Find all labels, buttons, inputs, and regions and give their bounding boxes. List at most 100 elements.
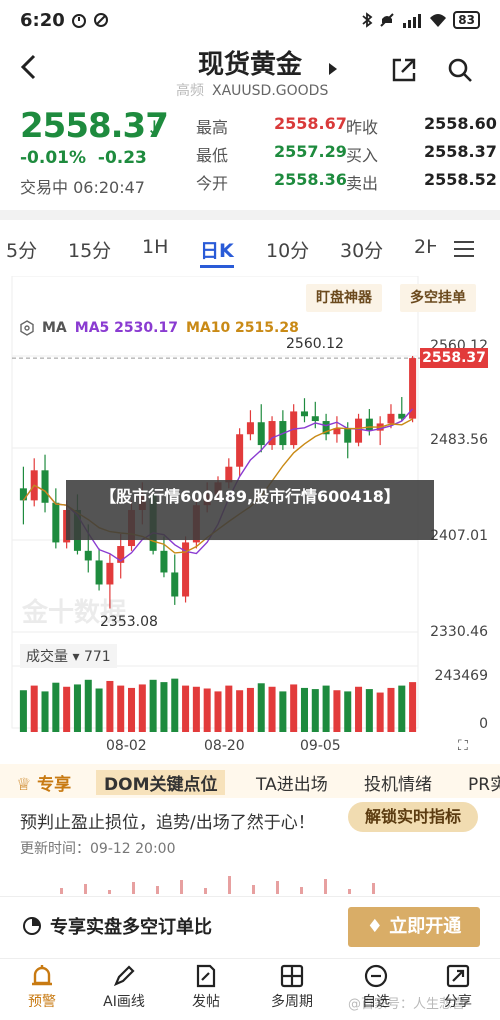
volume-bar — [63, 686, 71, 732]
tab-5min[interactable]: 5分 — [6, 236, 37, 263]
ma-legend: MA MA5 2530.17 MA10 2515.28 — [20, 320, 299, 340]
candle-body — [41, 470, 49, 503]
preview-bar — [372, 883, 375, 894]
long-short-orders-button[interactable]: 多空挂单 — [400, 284, 476, 312]
menu-icon[interactable] — [452, 240, 476, 258]
subscribe-label: 立即开通 — [389, 916, 462, 937]
tab-daily[interactable]: 日K — [200, 236, 234, 268]
high-label: 最高 — [196, 118, 229, 137]
volume-title: 成交量 — [26, 649, 68, 665]
volume-bar — [52, 682, 60, 732]
subscribe-button[interactable]: ♦ 立即开通 — [348, 907, 480, 947]
candle-body — [311, 416, 319, 422]
tabbar-alert-label: 预警 — [28, 994, 56, 1010]
tabbar-post[interactable]: 发帖 — [166, 963, 246, 1011]
mute-icon — [380, 13, 395, 27]
quote-panel: 2558.37 ↓ -0.01% -0.23 交易中 06:20:47 最高 25… — [0, 106, 500, 206]
volume-bar — [41, 691, 49, 732]
volume-bar — [106, 680, 114, 732]
watch-tool-button[interactable]: 盯盘神器 — [306, 284, 382, 312]
volume-bar — [409, 682, 417, 732]
preview-bar — [348, 889, 351, 894]
volume-bar — [355, 686, 363, 732]
alarm-icon — [71, 14, 86, 28]
volume-bar — [300, 687, 308, 732]
tab-ta[interactable]: TA进出场 — [256, 770, 328, 795]
open-label: 今开 — [196, 174, 229, 193]
order-ratio-promo[interactable]: 专享实盘多空订单比 — [22, 913, 212, 939]
y-tick-low: 2407.01 — [430, 528, 488, 544]
ma-label: MA — [42, 320, 67, 336]
ma10-value: MA10 2515.28 — [185, 320, 299, 336]
share-out-icon[interactable] — [390, 56, 418, 84]
volume-label[interactable]: 成交量 ▾ 771 — [20, 644, 117, 668]
candle-body — [106, 562, 114, 585]
volume-bar — [257, 683, 265, 732]
edit-doc-icon — [196, 964, 216, 988]
tabbar-ai-draw[interactable]: AI画线 — [84, 963, 164, 1011]
volume-bar — [398, 685, 406, 732]
bid-field: 买入 2558.37 — [346, 142, 497, 166]
volume-bar — [30, 685, 38, 732]
candle-body — [160, 550, 168, 573]
tab-dom[interactable]: DOM关键点位 — [96, 770, 226, 795]
volume-bar — [225, 685, 233, 732]
high-field: 最高 2558.67 — [196, 114, 347, 138]
status-time: 6:20 — [20, 9, 65, 31]
tab-30min[interactable]: 30分 — [340, 236, 383, 263]
volume-tick-zero: 0 — [479, 716, 488, 732]
candle-body — [84, 550, 92, 561]
ask-value: 2558.52 — [424, 170, 497, 189]
preview-bar — [300, 887, 303, 894]
preview-bar — [252, 885, 255, 894]
x-tick-3: 09-05 — [300, 738, 341, 754]
feature-tabs: ♕ 专享 DOM关键点位 TA进出场 投机情绪 PR实 — [0, 764, 500, 798]
search-icon[interactable] — [446, 56, 474, 84]
section-divider — [0, 210, 500, 220]
tabbar-ai-draw-label: AI画线 — [103, 994, 145, 1010]
down-arrow-icon: ↓ — [146, 116, 163, 140]
tabbar-multi-period-label: 多周期 — [271, 994, 313, 1010]
tab-exclusive[interactable]: ♕ 专享 — [16, 770, 71, 795]
tab-10min[interactable]: 10分 — [266, 236, 309, 263]
frequency-tag: 高频 — [176, 83, 204, 99]
volume-bar — [160, 682, 168, 732]
symbol-code: XAUUSD.GOODS — [212, 83, 329, 99]
settings-hex-icon[interactable] — [20, 320, 34, 340]
tabbar-alert[interactable]: 预警 — [2, 963, 82, 1011]
page-title: 现货黄金 — [197, 50, 302, 80]
signal-icon — [403, 14, 422, 28]
next-symbol-button[interactable] — [328, 62, 338, 80]
candle-body — [257, 422, 265, 446]
pen-icon — [113, 965, 135, 987]
dropdown-icon: ▾ — [72, 649, 80, 665]
volume-bar — [344, 691, 352, 732]
y-tick-mid: 2483.56 — [430, 432, 488, 448]
preview-bar — [276, 881, 279, 894]
volume-bar — [214, 691, 222, 732]
tab-sentiment[interactable]: 投机情绪 — [364, 770, 432, 795]
volume-bar — [149, 679, 157, 732]
volume-bar — [95, 688, 103, 732]
ma5-value: MA5 2530.17 — [74, 320, 178, 336]
symbol-line: 高频 XAUUSD.GOODS — [176, 80, 328, 100]
tabbar-multi-period[interactable]: 多周期 — [252, 963, 332, 1011]
preview-bar — [180, 880, 183, 894]
tabbar-post-label: 发帖 — [192, 994, 220, 1010]
tab-1h[interactable]: 1H — [142, 236, 168, 258]
volume-tick-top: 243469 — [434, 668, 488, 684]
unlock-indicator-button[interactable]: 解锁实时指标 — [348, 802, 478, 832]
chart-watermark: 金十数据 — [22, 598, 127, 628]
tab-2h[interactable]: 2H — [414, 236, 436, 258]
order-ratio-text: 专享实盘多空订单比 — [50, 917, 212, 938]
trade-status: 交易中 06:20:47 — [20, 178, 145, 197]
bluetooth-icon — [362, 12, 373, 28]
tab-pr[interactable]: PR实 — [468, 770, 500, 795]
tab-15min[interactable]: 15分 — [68, 236, 111, 263]
bid-value: 2558.37 — [424, 142, 497, 161]
preview-bar — [228, 876, 231, 894]
battery-indicator: 83 — [453, 11, 480, 29]
preview-bar — [132, 882, 135, 894]
expand-icon[interactable]: ⛶ — [458, 738, 468, 754]
order-ratio-bar: 专享实盘多空订单比 ♦ 立即开通 — [0, 896, 500, 958]
